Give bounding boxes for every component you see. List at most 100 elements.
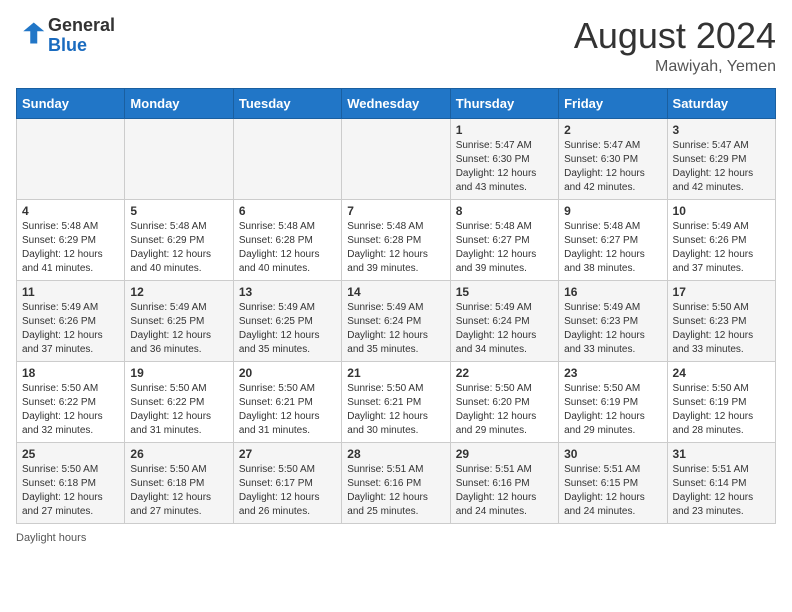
- day-info: Sunrise: 5:50 AM Sunset: 6:21 PM Dayligh…: [239, 382, 336, 438]
- footer: Daylight hours: [16, 532, 776, 544]
- week-row-1: 1 Sunrise: 5:47 AM Sunset: 6:30 PM Daylig…: [17, 118, 776, 199]
- column-header-tuesday: Tuesday: [233, 88, 341, 118]
- calendar-cell: [17, 118, 125, 199]
- day-number: 17: [673, 285, 770, 299]
- calendar-cell: 26 Sunrise: 5:50 AM Sunset: 6:18 PM Dayli…: [125, 442, 233, 523]
- day-info: Sunrise: 5:51 AM Sunset: 6:15 PM Dayligh…: [564, 463, 661, 519]
- day-info: Sunrise: 5:50 AM Sunset: 6:20 PM Dayligh…: [456, 382, 553, 438]
- day-info: Sunrise: 5:50 AM Sunset: 6:18 PM Dayligh…: [130, 463, 227, 519]
- day-number: 23: [564, 366, 661, 380]
- column-header-friday: Friday: [559, 88, 667, 118]
- day-info: Sunrise: 5:47 AM Sunset: 6:29 PM Dayligh…: [673, 139, 770, 195]
- calendar-cell: 30 Sunrise: 5:51 AM Sunset: 6:15 PM Dayli…: [559, 442, 667, 523]
- calendar-cell: 19Sunrise: 5:50 AM Sunset: 6:22 PM Dayli…: [125, 361, 233, 442]
- day-number: 26: [130, 447, 227, 461]
- day-info: Sunrise: 5:48 AM Sunset: 6:28 PM Dayligh…: [239, 220, 336, 276]
- calendar-cell: 13 Sunrise: 5:49 AM Sunset: 6:25 PM Dayli…: [233, 280, 341, 361]
- calendar-cell: [125, 118, 233, 199]
- day-number: 9: [564, 204, 661, 218]
- daylight-label: Daylight hours: [16, 532, 86, 544]
- day-number: 29: [456, 447, 553, 461]
- calendar-cell: 20 Sunrise: 5:50 AM Sunset: 6:21 PM Dayli…: [233, 361, 341, 442]
- day-number: 10: [673, 204, 770, 218]
- day-info: Sunrise: 5:49 AM Sunset: 6:24 PM Dayligh…: [347, 301, 444, 357]
- calendar-cell: 4 Sunrise: 5:48 AM Sunset: 6:29 PM Daylig…: [17, 199, 125, 280]
- day-number: 14: [347, 285, 444, 299]
- day-number: 31: [673, 447, 770, 461]
- calendar-cell: 6 Sunrise: 5:48 AM Sunset: 6:28 PM Daylig…: [233, 199, 341, 280]
- location-subtitle: Mawiyah, Yemen: [574, 58, 776, 76]
- calendar-cell: 31 Sunrise: 5:51 AM Sunset: 6:14 PM Dayli…: [667, 442, 775, 523]
- calendar-cell: 25 Sunrise: 5:50 AM Sunset: 6:18 PM Dayli…: [17, 442, 125, 523]
- calendar-cell: 5Sunrise: 5:48 AM Sunset: 6:29 PM Daylig…: [125, 199, 233, 280]
- day-number: 28: [347, 447, 444, 461]
- day-info: Sunrise: 5:50 AM Sunset: 6:23 PM Dayligh…: [673, 301, 770, 357]
- calendar-cell: [233, 118, 341, 199]
- calendar-cell: 21Sunrise: 5:50 AM Sunset: 6:21 PM Dayli…: [342, 361, 450, 442]
- day-number: 11: [22, 285, 119, 299]
- calendar-cell: 11 Sunrise: 5:49 AM Sunset: 6:26 PM Dayli…: [17, 280, 125, 361]
- calendar-cell: 22Sunrise: 5:50 AM Sunset: 6:20 PM Dayli…: [450, 361, 558, 442]
- day-number: 27: [239, 447, 336, 461]
- day-info: Sunrise: 5:50 AM Sunset: 6:21 PM Dayligh…: [347, 382, 444, 438]
- column-header-sunday: Sunday: [17, 88, 125, 118]
- page-header: General Blue August 2024 Mawiyah, Yemen: [16, 16, 776, 76]
- day-info: Sunrise: 5:49 AM Sunset: 6:26 PM Dayligh…: [22, 301, 119, 357]
- logo-icon: [18, 19, 46, 47]
- day-info: Sunrise: 5:51 AM Sunset: 6:14 PM Dayligh…: [673, 463, 770, 519]
- day-number: 4: [22, 204, 119, 218]
- calendar-cell: 27 Sunrise: 5:50 AM Sunset: 6:17 PM Dayli…: [233, 442, 341, 523]
- day-info: Sunrise: 5:47 AM Sunset: 6:30 PM Dayligh…: [456, 139, 553, 195]
- week-row-5: 25 Sunrise: 5:50 AM Sunset: 6:18 PM Dayli…: [17, 442, 776, 523]
- calendar-cell: [342, 118, 450, 199]
- day-info: Sunrise: 5:50 AM Sunset: 6:22 PM Dayligh…: [22, 382, 119, 438]
- day-info: Sunrise: 5:50 AM Sunset: 6:17 PM Dayligh…: [239, 463, 336, 519]
- column-header-monday: Monday: [125, 88, 233, 118]
- logo-general-text: General: [48, 15, 115, 35]
- day-info: Sunrise: 5:49 AM Sunset: 6:23 PM Dayligh…: [564, 301, 661, 357]
- calendar-cell: 17 Sunrise: 5:50 AM Sunset: 6:23 PM Dayli…: [667, 280, 775, 361]
- day-number: 13: [239, 285, 336, 299]
- calendar-cell: 10 Sunrise: 5:49 AM Sunset: 6:26 PM Dayli…: [667, 199, 775, 280]
- day-number: 16: [564, 285, 661, 299]
- day-number: 3: [673, 123, 770, 137]
- day-info: Sunrise: 5:49 AM Sunset: 6:25 PM Dayligh…: [239, 301, 336, 357]
- calendar-cell: 3 Sunrise: 5:47 AM Sunset: 6:29 PM Daylig…: [667, 118, 775, 199]
- logo: General Blue: [16, 16, 115, 56]
- calendar-cell: 23Sunrise: 5:50 AM Sunset: 6:19 PM Dayli…: [559, 361, 667, 442]
- day-info: Sunrise: 5:50 AM Sunset: 6:22 PM Dayligh…: [130, 382, 227, 438]
- column-header-wednesday: Wednesday: [342, 88, 450, 118]
- day-number: 7: [347, 204, 444, 218]
- header-row: SundayMondayTuesdayWednesdayThursdayFrid…: [17, 88, 776, 118]
- day-info: Sunrise: 5:48 AM Sunset: 6:29 PM Dayligh…: [130, 220, 227, 276]
- day-number: 1: [456, 123, 553, 137]
- calendar-cell: 2Sunrise: 5:47 AM Sunset: 6:30 PM Daylig…: [559, 118, 667, 199]
- day-info: Sunrise: 5:49 AM Sunset: 6:25 PM Dayligh…: [130, 301, 227, 357]
- day-number: 20: [239, 366, 336, 380]
- calendar-cell: 12Sunrise: 5:49 AM Sunset: 6:25 PM Dayli…: [125, 280, 233, 361]
- calendar-cell: 28 Sunrise: 5:51 AM Sunset: 6:16 PM Dayli…: [342, 442, 450, 523]
- logo-blue-text: Blue: [48, 35, 87, 55]
- day-info: Sunrise: 5:49 AM Sunset: 6:26 PM Dayligh…: [673, 220, 770, 276]
- day-number: 25: [22, 447, 119, 461]
- week-row-2: 4 Sunrise: 5:48 AM Sunset: 6:29 PM Daylig…: [17, 199, 776, 280]
- day-number: 30: [564, 447, 661, 461]
- day-number: 15: [456, 285, 553, 299]
- day-info: Sunrise: 5:49 AM Sunset: 6:24 PM Dayligh…: [456, 301, 553, 357]
- calendar-cell: 1 Sunrise: 5:47 AM Sunset: 6:30 PM Daylig…: [450, 118, 558, 199]
- week-row-3: 11 Sunrise: 5:49 AM Sunset: 6:26 PM Dayli…: [17, 280, 776, 361]
- calendar-cell: 7Sunrise: 5:48 AM Sunset: 6:28 PM Daylig…: [342, 199, 450, 280]
- calendar-cell: 8Sunrise: 5:48 AM Sunset: 6:27 PM Daylig…: [450, 199, 558, 280]
- day-info: Sunrise: 5:48 AM Sunset: 6:29 PM Dayligh…: [22, 220, 119, 276]
- day-info: Sunrise: 5:48 AM Sunset: 6:27 PM Dayligh…: [456, 220, 553, 276]
- calendar-cell: 14 Sunrise: 5:49 AM Sunset: 6:24 PM Dayli…: [342, 280, 450, 361]
- day-info: Sunrise: 5:51 AM Sunset: 6:16 PM Dayligh…: [347, 463, 444, 519]
- calendar-table: SundayMondayTuesdayWednesdayThursdayFrid…: [16, 88, 776, 524]
- day-number: 6: [239, 204, 336, 218]
- title-block: August 2024 Mawiyah, Yemen: [574, 16, 776, 76]
- day-number: 2: [564, 123, 661, 137]
- month-year-title: August 2024: [574, 16, 776, 56]
- day-info: Sunrise: 5:50 AM Sunset: 6:19 PM Dayligh…: [673, 382, 770, 438]
- day-info: Sunrise: 5:50 AM Sunset: 6:18 PM Dayligh…: [22, 463, 119, 519]
- calendar-cell: 24Sunrise: 5:50 AM Sunset: 6:19 PM Dayli…: [667, 361, 775, 442]
